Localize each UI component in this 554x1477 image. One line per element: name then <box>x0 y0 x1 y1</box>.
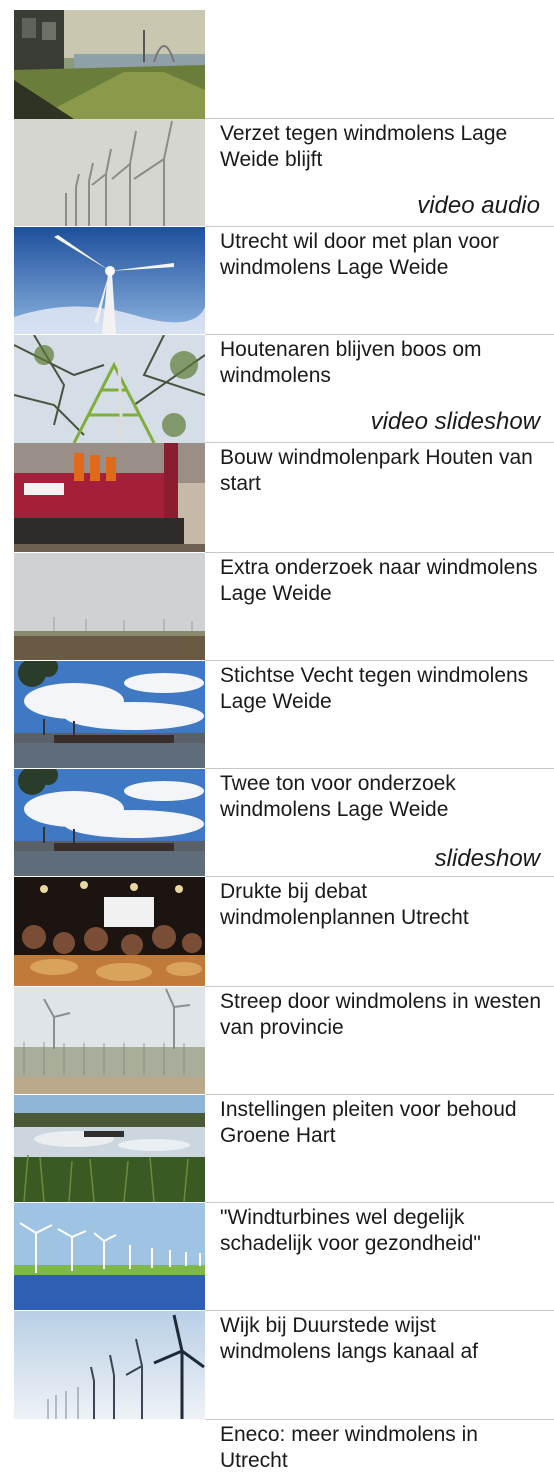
audio-link[interactable]: audio <box>481 192 540 219</box>
video-link[interactable]: video <box>417 192 474 219</box>
row-divider <box>205 552 554 553</box>
waterfront-path-photo <box>14 10 205 119</box>
media-links: video audio <box>417 192 540 220</box>
row-divider <box>205 1310 554 1311</box>
turbine-row-sky-photo <box>14 1311 205 1419</box>
harbor-clouds-photo <box>14 661 205 768</box>
article-title-link[interactable]: Bouw windmolenpark Houten van start <box>220 445 545 497</box>
article-thumbnail[interactable] <box>14 443 205 552</box>
article-thumbnail[interactable] <box>14 661 205 768</box>
row-divider <box>205 986 554 987</box>
article-thumbnail[interactable] <box>14 1095 205 1202</box>
article-title-link[interactable]: Wijk bij Duurstede wijst windmolens lang… <box>220 1313 545 1365</box>
article-title-link[interactable]: Instellingen pleiten voor behoud Groene … <box>220 1097 545 1149</box>
video-link[interactable]: video <box>371 408 428 435</box>
slideshow-link[interactable]: slideshow <box>435 845 540 872</box>
row-divider <box>205 1419 554 1420</box>
row-divider <box>205 876 554 877</box>
row-divider <box>205 118 554 119</box>
row-divider <box>205 334 554 335</box>
row-divider <box>205 660 554 661</box>
turbine-tree-branches-photo <box>14 335 205 443</box>
row-divider <box>205 1202 554 1203</box>
article-thumbnail[interactable] <box>14 227 205 334</box>
media-links: video slideshow <box>371 408 540 436</box>
media-links: slideshow <box>435 845 540 873</box>
row-divider <box>205 226 554 227</box>
row-divider <box>205 768 554 769</box>
hazy-field-turbines-photo <box>14 553 205 660</box>
article-thumbnail[interactable] <box>14 1311 205 1419</box>
construction-crane-photo <box>14 443 205 552</box>
article-title-link[interactable]: Stichtse Vecht tegen windmolens Lage Wei… <box>220 663 545 715</box>
turbines-sea-row-photo <box>14 1203 205 1310</box>
wetland-reeds-photo <box>14 1095 205 1202</box>
foggy-turbines-photo <box>14 119 205 226</box>
row-divider <box>205 442 554 443</box>
article-title-link[interactable]: Verzet tegen windmolens Lage Weide blijf… <box>220 121 545 173</box>
article-thumbnail[interactable] <box>14 1203 205 1310</box>
article-title-link[interactable]: Drukte bij debat windmolenplannen Utrech… <box>220 879 545 931</box>
turbine-blue-sky-photo <box>14 227 205 334</box>
article-title-link[interactable]: Eneco: meer windmolens in Utrecht <box>220 1422 545 1474</box>
harbor-clouds-photo <box>14 769 205 876</box>
article-thumbnail[interactable] <box>14 877 205 986</box>
article-title-link[interactable]: Streep door windmolens in westen van pro… <box>220 989 545 1041</box>
article-thumbnail[interactable] <box>14 10 205 119</box>
article-title-link[interactable]: Twee ton voor onderzoek windmolens Lage … <box>220 771 545 823</box>
crowded-hall-photo <box>14 877 205 986</box>
row-divider <box>205 1094 554 1095</box>
turbines-tree-line-photo <box>14 987 205 1094</box>
article-thumbnail[interactable] <box>14 769 205 876</box>
article-title-link[interactable]: Houtenaren blijven boos om windmolens <box>220 337 545 389</box>
article-thumbnail[interactable] <box>14 553 205 660</box>
article-thumbnail[interactable] <box>14 119 205 226</box>
article-title-link[interactable]: Utrecht wil door met plan voor windmolen… <box>220 229 545 281</box>
article-thumbnail[interactable] <box>14 335 205 443</box>
slideshow-link[interactable]: slideshow <box>435 408 540 435</box>
article-title-link[interactable]: Extra onderzoek naar windmolens Lage Wei… <box>220 555 545 607</box>
article-thumbnail[interactable] <box>14 987 205 1094</box>
article-title-link[interactable]: "Windturbines wel degelijk schadelijk vo… <box>220 1205 545 1257</box>
